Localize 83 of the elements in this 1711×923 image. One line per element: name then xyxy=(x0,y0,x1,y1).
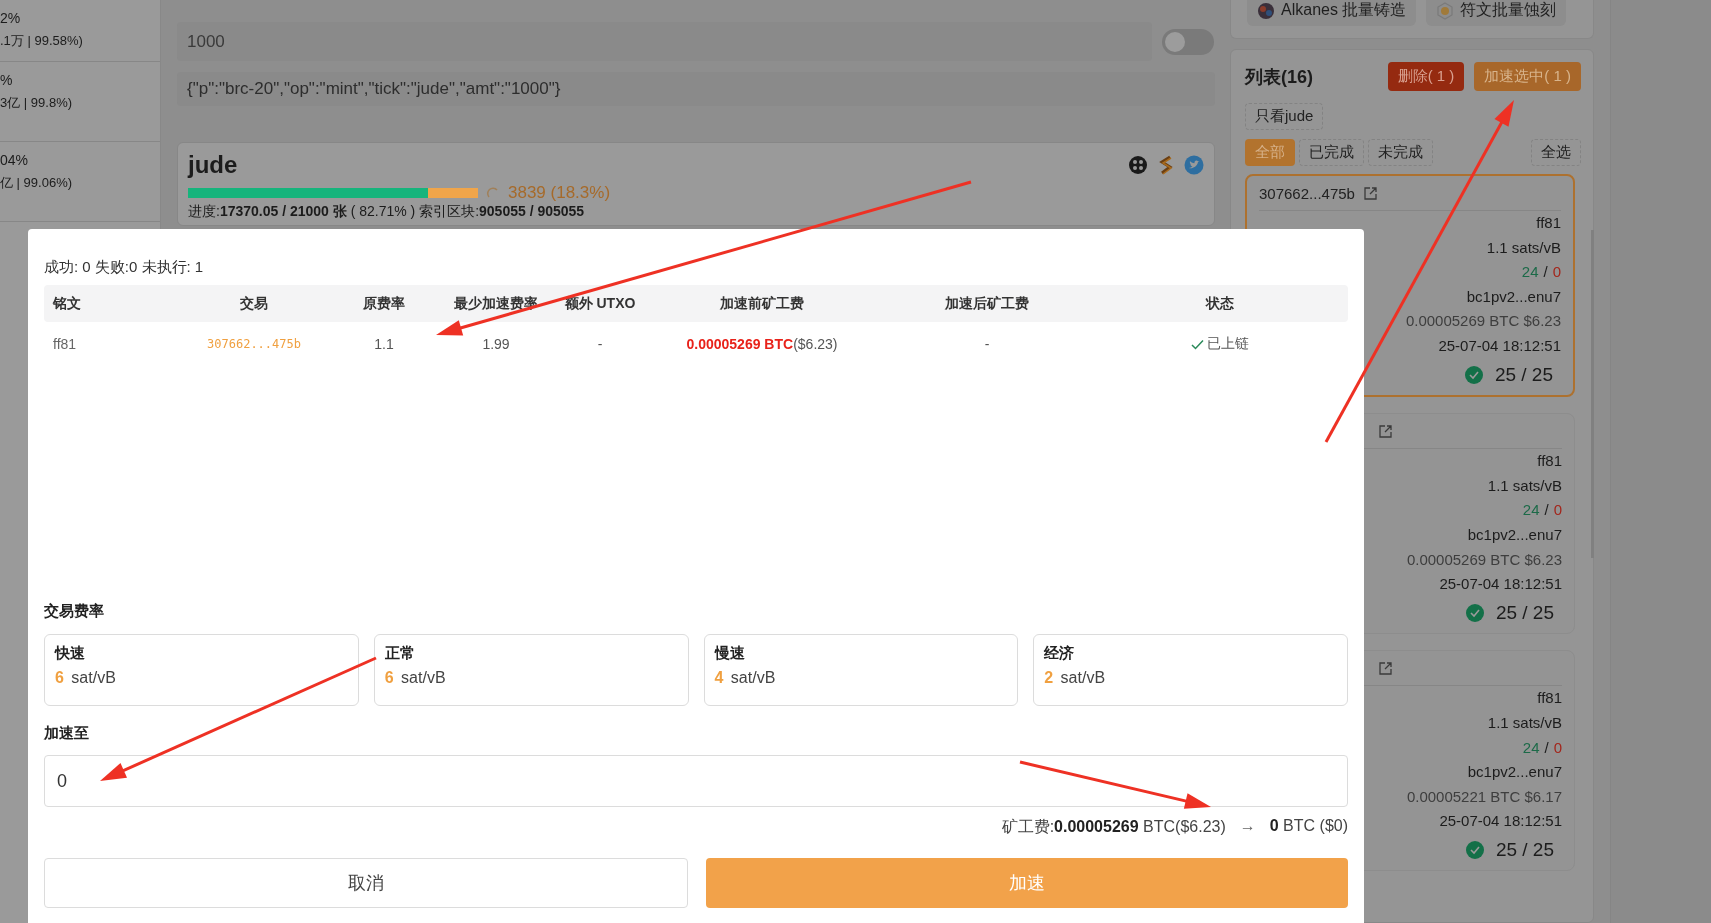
dice-icon[interactable] xyxy=(1128,155,1148,175)
table-cell-text: - xyxy=(983,336,991,352)
column-header: 状态 xyxy=(1204,294,1235,313)
separator-text: / xyxy=(1543,500,1550,521)
tx-hash[interactable]: 307662...475b xyxy=(1259,184,1355,202)
fee-rate-text: 1.1 sats/vB xyxy=(1486,237,1561,258)
fee-rate-text: 1.1 sats/vB xyxy=(1487,712,1562,733)
table-cell-text: 0.00005269 BTC($6.23) xyxy=(685,336,839,352)
column-header: 原费率 xyxy=(362,294,406,313)
coin-stack-icon[interactable] xyxy=(1158,154,1174,176)
tool-tab[interactable]: 符文批量蚀刻 xyxy=(1426,0,1567,26)
detail-text: 亿 | 99.06%) xyxy=(0,174,74,192)
list-title: 列表(16) xyxy=(1245,65,1313,89)
column-header: 铭文 xyxy=(51,294,82,313)
time-text: 25-07-04 18:12:51 xyxy=(1439,574,1562,595)
inscription-text: ff81 xyxy=(1536,213,1561,233)
amount-field[interactable]: 1000 xyxy=(177,22,1152,61)
time-text: 25-07-04 18:12:51 xyxy=(1438,335,1561,356)
detail-text: .1万 | 99.58%) xyxy=(0,32,84,50)
address-text: bc1pv2...enu7 xyxy=(1467,762,1562,783)
hexagon-icon xyxy=(1436,1,1455,20)
inscription-text: ff81 xyxy=(1537,451,1562,472)
table-cell-text: 1.1 xyxy=(373,336,395,352)
external-link-icon[interactable] xyxy=(1378,423,1393,439)
error-count: 0 xyxy=(1553,737,1562,758)
fee-result: 0 BTC ($0) xyxy=(1269,817,1348,836)
input-count: 24 xyxy=(1522,500,1540,521)
address-text: bc1pv2...enu7 xyxy=(1466,286,1561,307)
filter-button[interactable]: 只看jude xyxy=(1245,103,1324,130)
error-count: 0 xyxy=(1553,500,1562,521)
confirmation-text: 25 / 25 xyxy=(1495,837,1554,862)
check-circle-icon xyxy=(1465,604,1484,622)
column-header: 加速后矿工费 xyxy=(944,294,1030,313)
select-all-button[interactable]: 全选 xyxy=(1531,139,1581,166)
column-header: 额外 UTXO xyxy=(563,294,637,313)
fee-summary: 矿工费:0.00005269 BTC($6.23) xyxy=(1001,817,1226,837)
separator-text: / xyxy=(1543,737,1550,758)
toggle-switch[interactable] xyxy=(1162,28,1214,55)
fee-option[interactable]: 经济 2 sat/vB xyxy=(1033,634,1348,706)
input-count: 24 xyxy=(1522,737,1540,758)
detail-text: 3亿 | 99.8%) xyxy=(0,94,74,112)
filter-tab[interactable]: 未完成 xyxy=(1368,139,1433,166)
table-cell-text: - xyxy=(596,336,604,352)
column-header: 交易 xyxy=(239,294,269,313)
token-name: jude xyxy=(188,151,238,179)
fee-text: 0.00005221 BTC $6.17 xyxy=(1406,786,1562,807)
percent-text: 2% xyxy=(0,10,22,26)
fee-option[interactable]: 慢速 4 sat/vB xyxy=(703,634,1019,706)
separator-text: / xyxy=(1542,262,1549,283)
inscription-text: ff81 xyxy=(1537,688,1562,709)
spinner-icon xyxy=(486,186,500,200)
fee-text: 0.00005269 BTC $6.23 xyxy=(1406,549,1562,570)
confirmation-text: 25 / 25 xyxy=(1494,362,1553,387)
section-label: 加速至 xyxy=(44,724,89,743)
progress-text: 进度:17370.05 / 21000 张 ( 82.71% ) 索引区块:905055 / 905055 xyxy=(188,203,586,221)
time-text: 25-07-04 18:12:51 xyxy=(1439,811,1562,832)
table-cell-text: ff81 xyxy=(52,336,78,352)
confirmation-text: 25 / 25 xyxy=(1495,600,1554,625)
percent-text: % xyxy=(0,72,14,88)
fee-text: 0.00005269 BTC $6.23 xyxy=(1405,311,1561,332)
tool-tab[interactable]: Alkanes 批量铸造 xyxy=(1247,0,1417,26)
summary-text: 成功: 0 失败:0 未执行: 1 xyxy=(44,258,204,277)
address-text: bc1pv2...enu7 xyxy=(1467,524,1562,545)
percent-text: 04% xyxy=(0,152,30,168)
fee-rate-text: 1.1 sats/vB xyxy=(1487,475,1562,496)
remaining-text: 3839 (18.3%) xyxy=(508,183,611,203)
filter-tab[interactable]: 已完成 xyxy=(1299,139,1364,166)
fee-option[interactable]: 快速 6 sat/vB xyxy=(44,634,359,706)
fee-option[interactable]: 正常 6 sat/vB xyxy=(373,634,689,706)
check-circle-icon xyxy=(1465,841,1484,860)
input-count: 24 xyxy=(1521,262,1539,283)
column-header: 加速前矿工费 xyxy=(719,294,805,313)
sphere-icon xyxy=(1257,1,1275,20)
check-circle-icon xyxy=(1464,365,1483,384)
section-label: 交易费率 xyxy=(44,602,104,621)
action-button[interactable]: 删除( 1 ) xyxy=(1387,62,1465,91)
external-link-icon[interactable] xyxy=(1378,660,1393,676)
fee-rate-input[interactable]: 0 xyxy=(44,755,1348,807)
table-cell-text: 1.99 xyxy=(481,336,511,352)
cancel-button[interactable]: 取消 xyxy=(44,858,688,908)
payload-field[interactable]: {"p":"brc-20","op":"mint","tick":"jude","amt":"1000"} xyxy=(177,72,1215,106)
error-count: 0 xyxy=(1552,262,1561,283)
external-link-icon[interactable] xyxy=(1362,185,1378,201)
